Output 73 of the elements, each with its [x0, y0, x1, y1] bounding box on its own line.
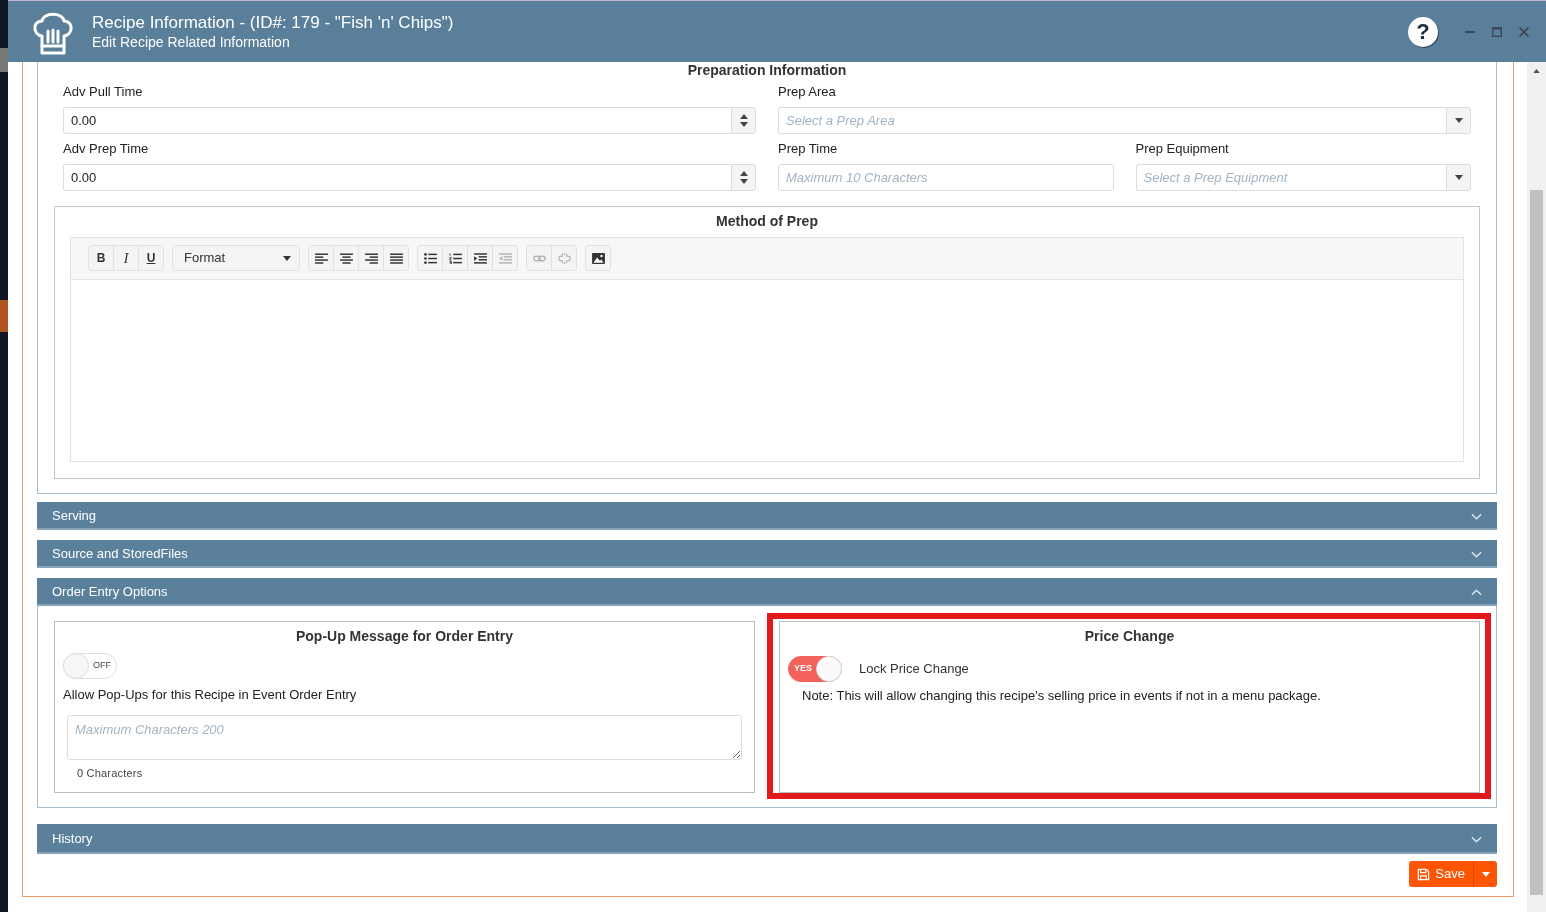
section-heading: Preparation Information: [686, 62, 848, 80]
toggle-thumb: [816, 656, 842, 682]
align-center-button[interactable]: [333, 245, 359, 271]
spinner-button[interactable]: [731, 164, 756, 191]
underline-button[interactable]: U: [138, 245, 164, 271]
dropdown-button[interactable]: [1446, 164, 1471, 191]
close-icon: [1519, 26, 1529, 37]
character-count: 0 Characters: [77, 766, 144, 780]
number-field[interactable]: 0.00: [63, 164, 731, 191]
select-field[interactable]: Select a Prep Area: [778, 107, 1446, 134]
caret-icon: [1454, 118, 1463, 123]
field-label: Adv Pull Time: [63, 84, 144, 100]
section-header[interactable]: Serving: [37, 502, 1497, 530]
panel-title: Method of Prep: [715, 212, 819, 231]
window-title: Recipe Information - (ID#: 179 - "Fish 'n' Chips"): [92, 12, 455, 33]
bulleted-list-icon: [423, 252, 437, 264]
help-button[interactable]: ?: [1408, 16, 1438, 47]
message-field[interactable]: Maximum Characters 200: [67, 715, 742, 760]
justify-button[interactable]: [383, 245, 409, 271]
text-field[interactable]: Maximum 10 Characters: [778, 164, 1114, 191]
bold-button[interactable]: B: [88, 245, 114, 271]
justify-icon: [389, 252, 403, 264]
field-label: Prep Area: [778, 84, 837, 100]
align-left-icon: [314, 252, 328, 264]
section-header[interactable]: History: [37, 824, 1497, 854]
select-field[interactable]: Select a Prep Equipment: [1135, 164, 1446, 191]
maximize-icon: [1492, 26, 1502, 37]
numbered-list-icon: [448, 252, 462, 264]
toggle-switch[interactable]: OFF: [63, 653, 117, 679]
toggle-label: Lock Price Change: [859, 660, 969, 679]
window-subtitle: Edit Recipe Related Information: [92, 32, 291, 51]
number-field[interactable]: 0.00: [63, 107, 731, 134]
caret-icon: [1454, 175, 1463, 180]
panel-title: Price Change: [1083, 627, 1176, 644]
dropdown-button[interactable]: [1446, 107, 1471, 134]
scrollbar[interactable]: [1527, 62, 1546, 912]
triangle-up-icon: [1533, 68, 1540, 73]
align-right-icon: [364, 252, 378, 264]
chevron-down-icon: [1471, 835, 1482, 843]
save-options-button[interactable]: [1473, 861, 1497, 887]
field-label: Prep Equipment: [1135, 141, 1230, 157]
up-down-arrows-icon: [739, 114, 748, 127]
image-button[interactable]: [585, 245, 611, 271]
section-header[interactable]: Source and StoredFiles: [37, 540, 1497, 568]
option-description: Allow Pop-Ups for this Recipe in Event Order Entry: [63, 687, 358, 703]
chevron-up-icon: [1471, 588, 1482, 596]
align-center-icon: [339, 252, 353, 264]
format-dropdown[interactable]: Format: [172, 245, 300, 271]
section-header[interactable]: Order Entry Options: [37, 578, 1497, 606]
up-down-arrows-icon: [739, 171, 748, 184]
indent-button[interactable]: [467, 245, 493, 271]
numbered-list-button[interactable]: [442, 245, 468, 271]
caret-icon: [1481, 871, 1490, 877]
chevron-down-icon: [1471, 512, 1482, 520]
indent-icon: [473, 252, 487, 264]
chevron-down-icon: [1471, 550, 1482, 558]
align-right-button[interactable]: [358, 245, 384, 271]
spinner-button[interactable]: [731, 107, 756, 134]
note-text: Note: This will allow changing this recipe's selling price in events if not in a menu package.: [802, 688, 1322, 704]
scrollbar-thumb[interactable]: [1530, 190, 1543, 895]
bulleted-list-button[interactable]: [417, 245, 443, 271]
minimize-icon: [1465, 30, 1475, 33]
field-label: Prep Time: [778, 141, 839, 157]
outdent-icon: [498, 252, 512, 264]
toggle-thumb: [63, 653, 89, 679]
unlink-icon: [557, 252, 571, 264]
panel-title: Pop-Up Message for Order Entry: [294, 627, 514, 644]
align-left-button[interactable]: [308, 245, 334, 271]
floppy-disk-icon: [1417, 867, 1431, 881]
caret-icon: [283, 255, 291, 261]
image-icon: [591, 252, 605, 264]
field-label: Adv Prep Time: [63, 141, 150, 157]
italic-button[interactable]: I: [113, 245, 139, 271]
